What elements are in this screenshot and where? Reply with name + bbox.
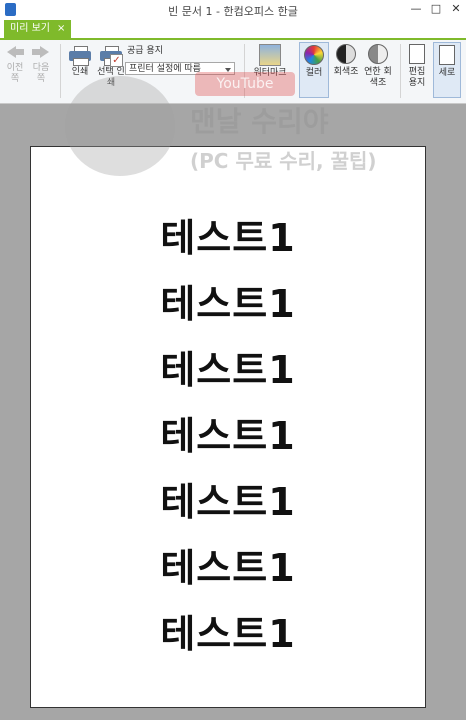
printer-setting-value: 프린터 설정에 따름 bbox=[129, 64, 201, 74]
color-wheel-icon bbox=[304, 45, 324, 65]
overlay-channel: 맨날 수리야 bbox=[190, 105, 329, 138]
overlay-youtube: YouTube bbox=[195, 72, 295, 96]
close-icon[interactable]: × bbox=[57, 23, 65, 34]
printer-icon bbox=[69, 46, 91, 66]
light-grayscale-icon bbox=[368, 44, 388, 64]
overlay-subtitle: (PC 무료 수리, 꿀팁) bbox=[190, 149, 377, 173]
prev-page-label: 이전 쪽 bbox=[6, 63, 24, 84]
minimize-button[interactable]: — bbox=[408, 2, 424, 16]
arrow-left-icon bbox=[6, 44, 24, 60]
tab-row: 미리 보기 × bbox=[0, 20, 466, 40]
paper-source-label: 공급 용지 bbox=[127, 46, 163, 56]
print-button[interactable]: 인쇄 bbox=[66, 46, 94, 78]
overlay-logo bbox=[65, 76, 175, 176]
select-print-checkbox[interactable]: ✓ bbox=[110, 54, 123, 67]
text-line: 테스트1 bbox=[160, 216, 296, 260]
text-line: 테스트1 bbox=[160, 612, 296, 656]
arrow-right-icon bbox=[32, 44, 50, 60]
page-icon bbox=[409, 44, 425, 64]
grayscale-icon bbox=[336, 44, 356, 64]
color-mode-button[interactable]: 컬러 bbox=[299, 42, 329, 98]
text-line: 테스트1 bbox=[160, 348, 296, 392]
divider bbox=[60, 44, 61, 98]
text-line: 테스트1 bbox=[160, 546, 296, 590]
prev-page-button[interactable]: 이전 쪽 bbox=[4, 44, 26, 85]
text-line: 테스트1 bbox=[160, 414, 296, 458]
window-title: 빈 문서 1 - 한컴오피스 한글 bbox=[168, 5, 298, 18]
color-label: 컬러 bbox=[305, 68, 323, 78]
title-bar: 빈 문서 1 - 한컴오피스 한글 — □ ✕ bbox=[0, 0, 466, 20]
document-page: 테스트1 테스트1 테스트1 테스트1 테스트1 테스트1 테스트1 bbox=[30, 146, 426, 708]
next-page-button[interactable]: 다음 쪽 bbox=[30, 44, 52, 85]
close-button[interactable]: ✕ bbox=[448, 2, 464, 16]
text-line: 테스트1 bbox=[160, 480, 296, 524]
edit-paper-label: 편집 용지 bbox=[408, 67, 426, 88]
divider bbox=[400, 44, 401, 98]
light-grayscale-label: 연한 회색조 bbox=[364, 67, 392, 88]
text-line: 테스트1 bbox=[160, 282, 296, 326]
grayscale-label: 회색조 bbox=[333, 67, 359, 77]
tab-preview[interactable]: 미리 보기 × bbox=[4, 20, 72, 38]
tab-label: 미리 보기 bbox=[10, 23, 50, 34]
grayscale-button[interactable]: 회색조 bbox=[332, 44, 360, 78]
light-grayscale-button[interactable]: 연한 회색조 bbox=[362, 44, 394, 89]
print-label: 인쇄 bbox=[71, 67, 89, 77]
portrait-page-icon bbox=[439, 45, 455, 65]
edit-paper-button[interactable]: 편집 용지 bbox=[404, 44, 430, 89]
portrait-button[interactable]: 세로 bbox=[433, 42, 461, 98]
maximize-button[interactable]: □ bbox=[428, 2, 444, 16]
next-page-label: 다음 쪽 bbox=[32, 63, 50, 84]
watermark-icon bbox=[259, 44, 281, 66]
portrait-label: 세로 bbox=[438, 68, 456, 78]
